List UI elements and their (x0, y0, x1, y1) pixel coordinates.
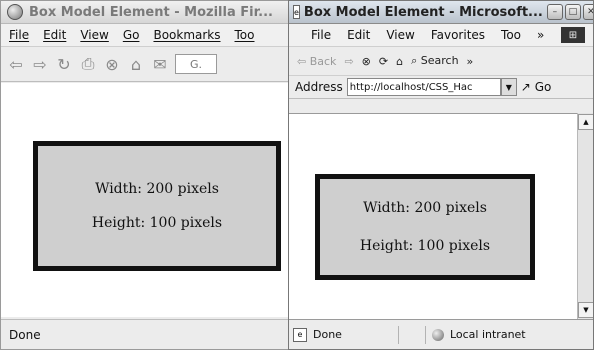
menu-view[interactable]: View (386, 28, 414, 42)
box-model-element: Width: 200 pixels Height: 100 pixels (33, 141, 281, 271)
menu-file[interactable]: File (9, 28, 29, 42)
go-button[interactable]: ↗ Go (521, 80, 552, 94)
ie-vertical-scrollbar[interactable]: ▲ ▼ (577, 113, 593, 319)
toolbar-overflow[interactable]: » (467, 55, 474, 68)
minimize-icon[interactable]: – (546, 4, 563, 20)
ie-page-icon: e (293, 5, 300, 19)
address-label: Address (295, 80, 343, 94)
address-dropdown-icon[interactable]: ▼ (500, 78, 517, 96)
ie-menubar: File Edit View Favorites Too » ⊞ (289, 24, 593, 47)
firefox-title: Box Model Element - Mozilla Fir... (29, 4, 273, 20)
box-model-element: Width: 200 pixels Height: 100 pixels (315, 174, 535, 280)
box-height-text: Height: 100 pixels (359, 238, 491, 254)
menu-bookmarks[interactable]: Bookmarks (153, 28, 220, 42)
scroll-down-icon[interactable]: ▼ (578, 302, 593, 318)
menu-view[interactable]: View (80, 28, 108, 42)
print-icon[interactable]: ⎙ (79, 54, 97, 74)
back-arrow-icon: ⇦ (297, 54, 307, 68)
menu-favorites[interactable]: Favorites (431, 28, 485, 42)
search-button[interactable]: ⌕ Search (411, 54, 458, 68)
ie-window: e Box Model Element - Microsoft... – □ ✕… (288, 0, 594, 350)
ie-addressbar: Address http://localhost/CSS_Hac ▼ ↗ Go (289, 76, 593, 99)
status-divider (397, 325, 399, 344)
url-bar[interactable]: G. (175, 54, 217, 74)
firefox-titlebar[interactable]: Box Model Element - Mozilla Fir... (1, 1, 299, 24)
firefox-statusbar: Done (1, 319, 299, 349)
menu-tools[interactable]: Too (235, 28, 255, 42)
status-text: Done (313, 328, 342, 341)
maximize-icon[interactable]: □ (564, 4, 581, 20)
firefox-navbar: ⇦ ⇨ ↻ ⎙ ⊗ ⌂ ✉ G. (1, 47, 299, 82)
menu-file[interactable]: File (311, 28, 331, 42)
home-icon[interactable]: ⌂ (396, 55, 403, 68)
back-button[interactable]: ⇦ Back (297, 55, 336, 68)
back-label: Back (309, 54, 337, 68)
search-label: Search (420, 54, 459, 67)
address-url: http://localhost/CSS_Hac (349, 81, 473, 93)
ie-toolbar: ⇦ Back ⇨ ⊗ ⟳ ⌂ ⌕ Search » (289, 47, 593, 76)
search-icon: ⌕ (411, 54, 418, 67)
go-label: Go (534, 80, 552, 94)
box-height-text: Height: 100 pixels (91, 215, 223, 231)
back-icon[interactable]: ⇦ (7, 55, 25, 74)
menu-overflow[interactable]: » (537, 28, 544, 42)
status-text: Done (9, 327, 41, 342)
windows-flag-icon: ⊞ (561, 27, 585, 43)
scroll-up-icon[interactable]: ▲ (578, 114, 593, 130)
go-arrow-icon: ↗ (520, 80, 531, 94)
menu-tools[interactable]: Too (501, 28, 521, 42)
menu-edit[interactable]: Edit (347, 28, 370, 42)
reload-icon[interactable]: ↻ (55, 55, 73, 74)
stop-icon[interactable]: ⊗ (362, 55, 371, 68)
url-text: G. (189, 57, 203, 71)
firefox-menubar: File Edit View Go Bookmarks Too (1, 24, 299, 47)
firefox-page: Width: 200 pixels Height: 100 pixels (1, 83, 299, 317)
menu-go[interactable]: Go (123, 28, 140, 42)
stop-icon[interactable]: ⊗ (103, 55, 121, 74)
box-width-text: Width: 200 pixels (363, 200, 487, 216)
ie-titlebar[interactable]: e Box Model Element - Microsoft... – □ ✕ (289, 1, 593, 24)
firefox-globe-icon (7, 4, 23, 20)
status-zone: Local intranet (449, 328, 526, 341)
ie-statusbar: e Done Local intranet (289, 319, 593, 349)
firefox-window: Box Model Element - Mozilla Fir... File … (0, 0, 300, 350)
home-icon[interactable]: ⌂ (127, 55, 145, 74)
status-page-icon: e (293, 327, 307, 342)
ie-title: Box Model Element - Microsoft... (303, 4, 543, 20)
forward-icon[interactable]: ⇨ (344, 55, 353, 68)
ie-page: Width: 200 pixels Height: 100 pixels (289, 113, 577, 320)
window-controls: – □ ✕ (546, 4, 593, 20)
address-input[interactable]: http://localhost/CSS_Hac (346, 78, 501, 96)
menu-edit[interactable]: Edit (43, 28, 66, 42)
box-width-text: Width: 200 pixels (95, 181, 219, 197)
refresh-icon[interactable]: ⟳ (379, 55, 388, 68)
close-icon[interactable]: ✕ (582, 4, 593, 20)
forward-icon[interactable]: ⇨ (31, 55, 49, 74)
intranet-globe-icon (431, 328, 444, 341)
mail-icon[interactable]: ✉ (151, 55, 169, 74)
status-divider (424, 325, 426, 344)
